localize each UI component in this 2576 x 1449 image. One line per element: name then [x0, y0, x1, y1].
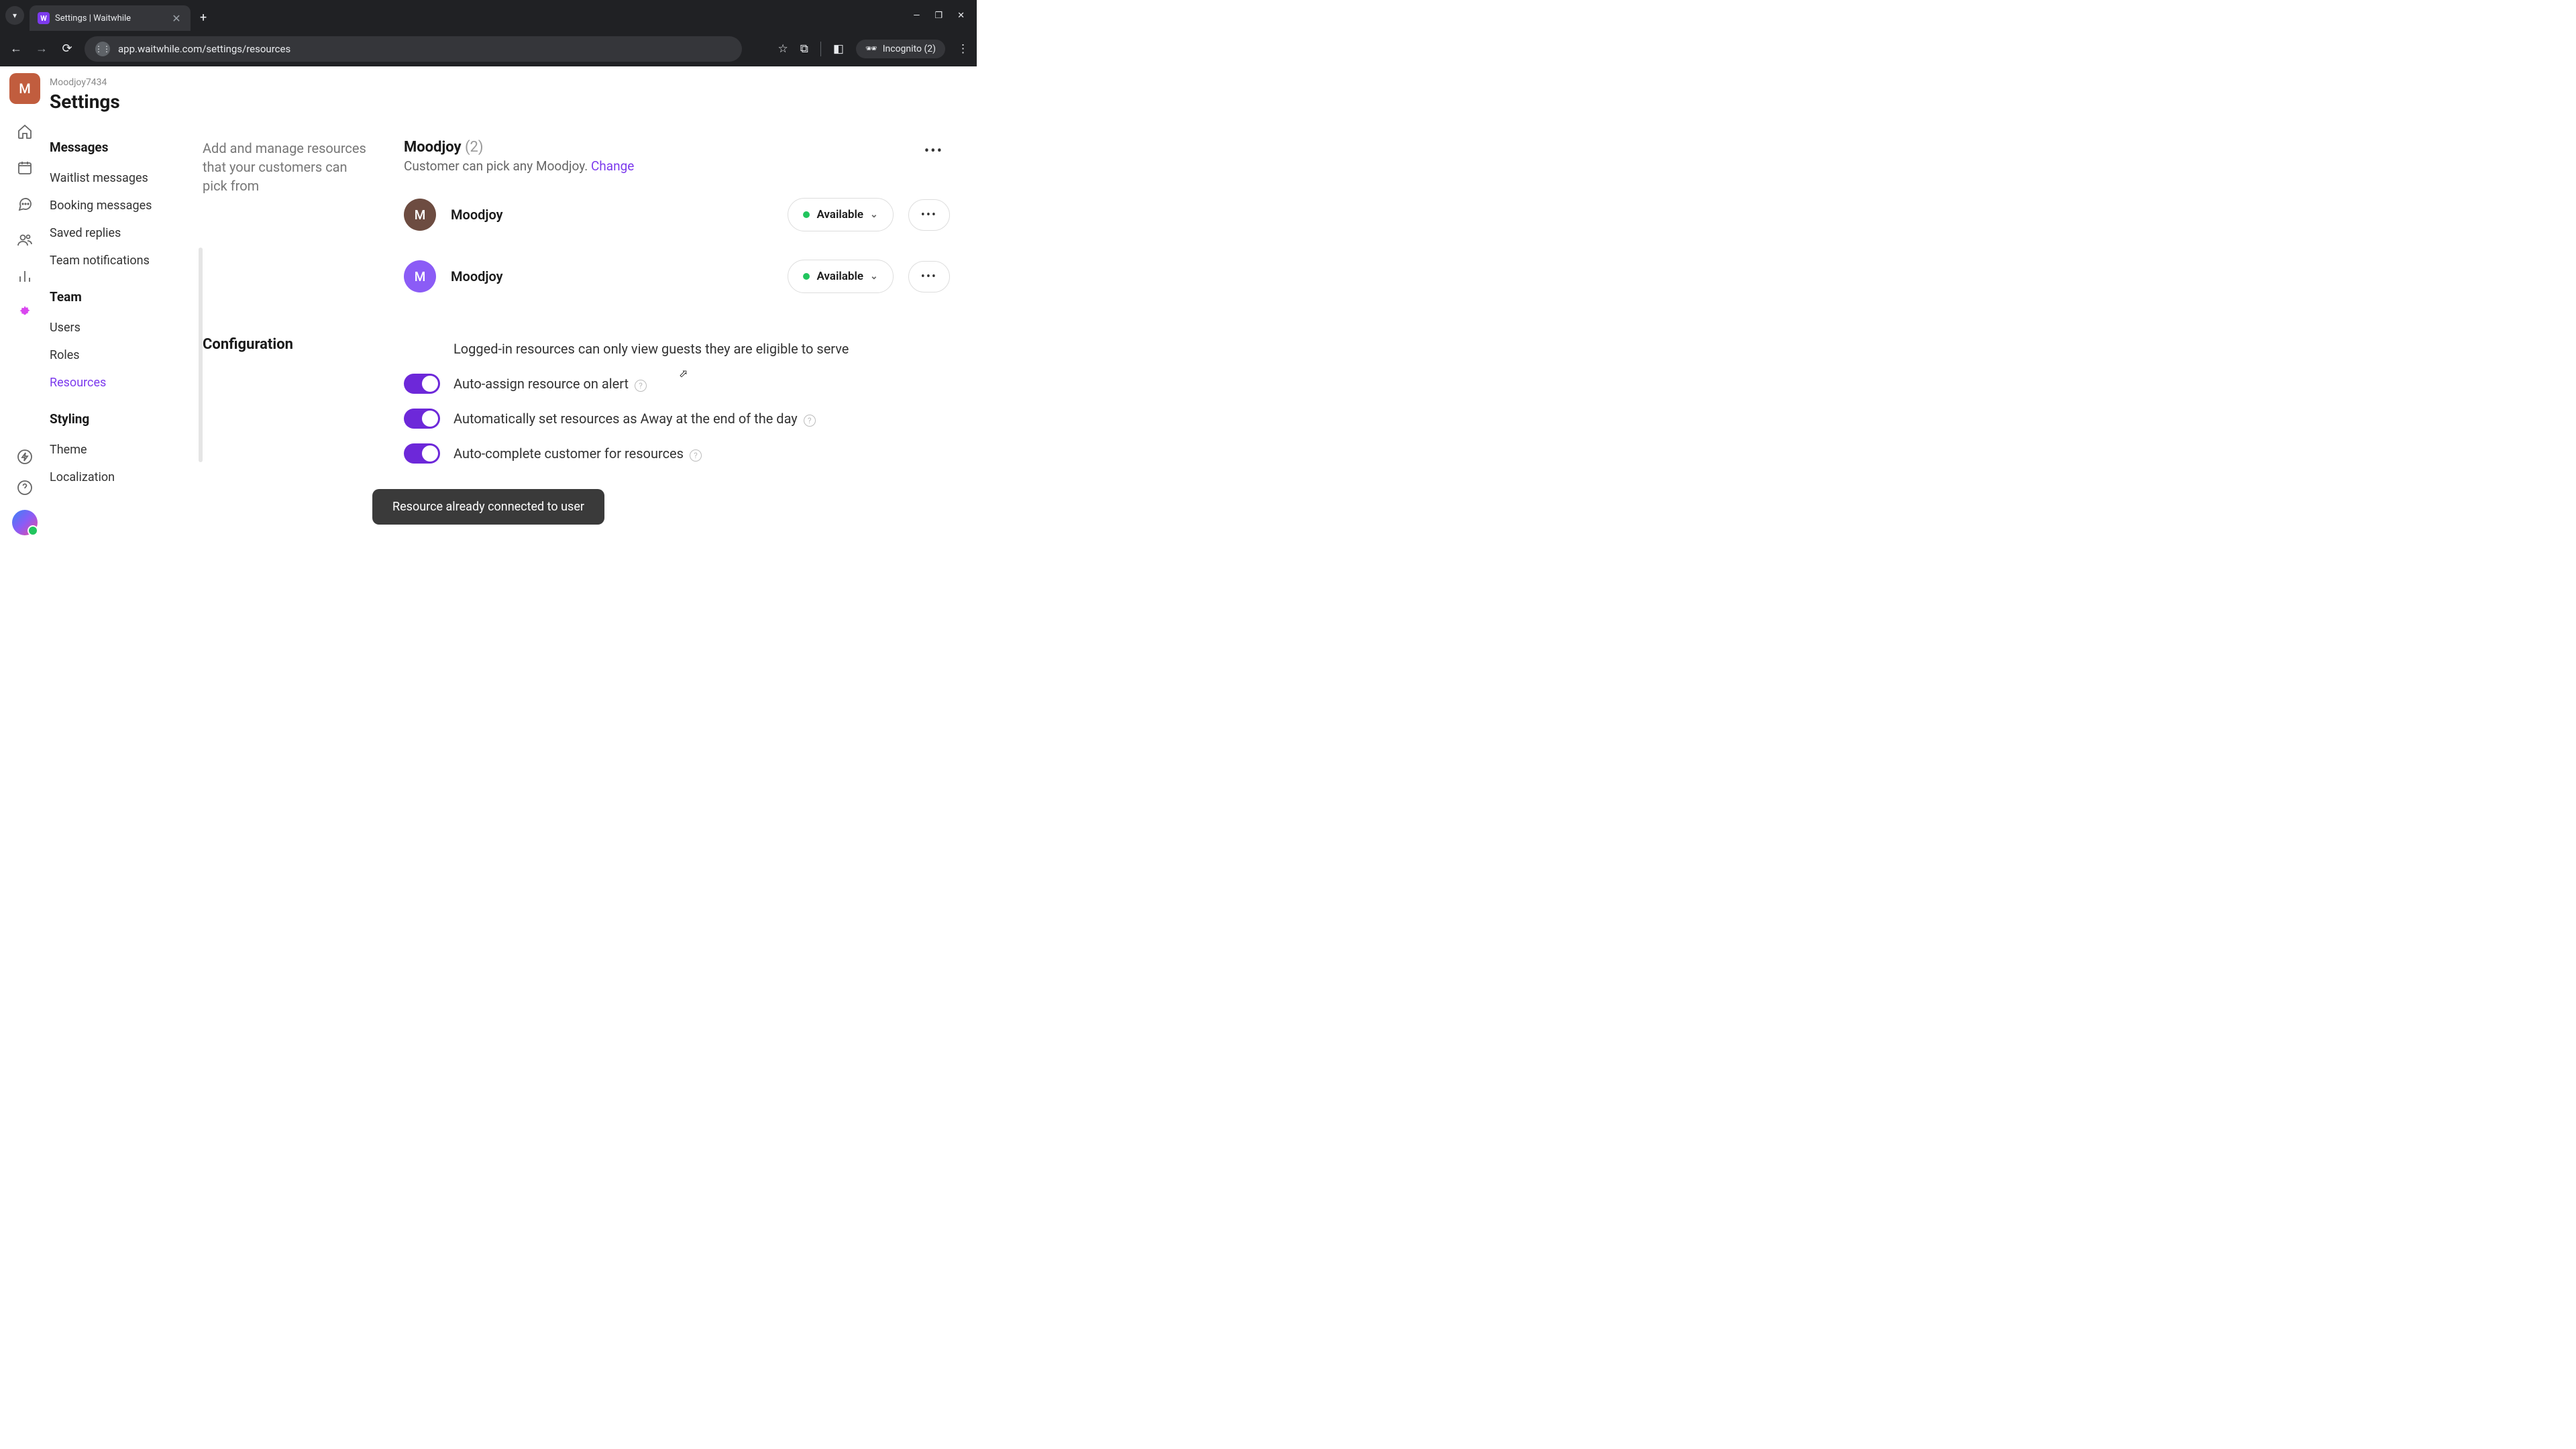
resource-avatar: M	[404, 260, 436, 292]
help-tooltip-icon[interactable]: ?	[804, 415, 816, 427]
nav-resources[interactable]: Resources	[50, 369, 203, 396]
status-dropdown[interactable]: Available ⌄	[788, 260, 893, 293]
nav-section-messages: Messages	[50, 140, 203, 155]
settings-sidebar: Moodjoy7434 Settings Messages Waitlist m…	[50, 66, 203, 547]
nav-localization[interactable]: Localization	[50, 464, 203, 491]
org-name: Moodjoy7434	[50, 77, 203, 88]
site-info-icon[interactable]: ⋮⋮	[95, 42, 110, 56]
config-row: Automatically set resources as Away at t…	[404, 409, 950, 429]
config-toggle[interactable]	[404, 374, 440, 394]
resource-row: M Moodjoy Available ⌄ •••	[404, 260, 950, 293]
config-toggle[interactable]	[404, 409, 440, 429]
nav-theme[interactable]: Theme	[50, 436, 203, 464]
config-toggle[interactable]	[404, 443, 440, 464]
page-title: Settings	[50, 91, 203, 113]
browser-chrome: ▾ W Settings | Waitwhile ✕ + — ❐ ✕ ← → ⟳…	[0, 0, 977, 66]
url-text: app.waitwhile.com/settings/resources	[118, 43, 290, 55]
section-description: Add and manage resources that your custo…	[203, 139, 372, 195]
toolbar-divider	[820, 42, 821, 56]
home-icon[interactable]	[16, 123, 34, 140]
tab-close-button[interactable]: ✕	[170, 12, 182, 25]
browser-menu-button[interactable]: ⋮	[957, 42, 969, 56]
bolt-icon[interactable]	[16, 448, 34, 466]
config-label: Logged-in resources can only view guests…	[453, 341, 849, 357]
status-label: Available	[816, 270, 863, 283]
org-avatar[interactable]: M	[9, 73, 40, 104]
resource-name: Moodjoy	[451, 268, 773, 284]
resource-avatar: M	[404, 199, 436, 231]
app-root: M Moodjoy7434 Settings Messages Waitlist…	[0, 66, 977, 547]
help-tooltip-icon[interactable]: ?	[635, 380, 647, 392]
status-label: Available	[816, 208, 863, 221]
nav-roles[interactable]: Roles	[50, 341, 203, 369]
config-label: Automatically set resources as Away at t…	[453, 411, 816, 427]
browser-tab[interactable]: W Settings | Waitwhile ✕	[30, 5, 191, 31]
tab-title: Settings | Waitwhile	[55, 13, 165, 23]
nav-booking-messages[interactable]: Booking messages	[50, 192, 203, 219]
browser-toolbar: ← → ⟳ ⋮⋮ app.waitwhile.com/settings/reso…	[0, 31, 977, 66]
left-column: Add and manage resources that your custo…	[203, 139, 372, 547]
status-dot-icon	[803, 211, 810, 218]
resource-row: M Moodjoy Available ⌄ •••	[404, 198, 950, 231]
toast-notification: Resource already connected to user	[372, 489, 604, 525]
minimize-button[interactable]: —	[913, 11, 920, 21]
analytics-icon[interactable]	[16, 268, 34, 285]
maximize-button[interactable]: ❐	[934, 11, 943, 21]
main-content: Add and manage resources that your custo…	[203, 66, 977, 547]
resource-group-subtitle-text: Customer can pick any Moodjoy.	[404, 158, 591, 174]
change-link[interactable]: Change	[591, 158, 634, 174]
calendar-icon[interactable]	[16, 159, 34, 176]
incognito-icon: 🕶	[865, 44, 877, 54]
resource-group-menu-button[interactable]: •••	[918, 139, 950, 164]
tabs-dropdown-button[interactable]: ▾	[5, 6, 24, 25]
new-tab-button[interactable]: +	[200, 11, 207, 25]
extensions-icon[interactable]: ⧉	[800, 42, 808, 56]
bookmark-star-icon[interactable]: ☆	[777, 42, 788, 56]
reload-button[interactable]: ⟳	[59, 42, 75, 56]
address-bar[interactable]: ⋮⋮ app.waitwhile.com/settings/resources	[85, 36, 742, 62]
forward-button[interactable]: →	[34, 42, 50, 56]
resource-group-header: Moodjoy (2) Customer can pick any Moodjo…	[404, 139, 950, 174]
settings-gear-icon[interactable]	[16, 304, 34, 321]
nav-team-notifications[interactable]: Team notifications	[50, 247, 203, 274]
resource-group-title: Moodjoy (2)	[404, 139, 634, 156]
resource-menu-button[interactable]: •••	[908, 199, 950, 231]
incognito-label: Incognito (2)	[883, 44, 936, 54]
nav-saved-replies[interactable]: Saved replies	[50, 219, 203, 247]
chevron-down-icon: ⌄	[870, 271, 878, 282]
help-icon[interactable]	[16, 479, 34, 496]
nav-users[interactable]: Users	[50, 314, 203, 341]
help-tooltip-icon[interactable]: ?	[690, 449, 702, 462]
configuration-list: Logged-in resources can only view guests…	[404, 339, 950, 464]
right-column: Moodjoy (2) Customer can pick any Moodjo…	[404, 139, 950, 547]
nav-section-team: Team	[50, 289, 203, 305]
chevron-down-icon: ⌄	[870, 209, 878, 220]
config-row: Logged-in resources can only view guests…	[404, 339, 950, 359]
resource-name: Moodjoy	[451, 207, 773, 223]
users-icon[interactable]	[16, 231, 34, 249]
nav-rail: M	[0, 66, 50, 547]
resource-group-count: (2)	[465, 139, 484, 156]
configuration-heading: Configuration	[203, 336, 372, 353]
window-controls: — ❐ ✕	[913, 11, 977, 21]
close-window-button[interactable]: ✕	[957, 11, 965, 21]
config-row: Auto-complete customer for resources ?	[404, 443, 950, 464]
nav-waitlist-messages[interactable]: Waitlist messages	[50, 164, 203, 192]
user-avatar[interactable]	[12, 510, 38, 535]
status-dot-icon	[803, 273, 810, 280]
nav-section-styling: Styling	[50, 411, 203, 427]
config-label: Auto-complete customer for resources ?	[453, 445, 702, 462]
side-panel-icon[interactable]: ◧	[833, 42, 844, 56]
titlebar: ▾ W Settings | Waitwhile ✕ + — ❐ ✕	[0, 0, 977, 31]
chat-icon[interactable]	[16, 195, 34, 213]
incognito-badge[interactable]: 🕶 Incognito (2)	[856, 40, 945, 58]
back-button[interactable]: ←	[8, 42, 24, 56]
resource-group-subtitle: Customer can pick any Moodjoy. Change	[404, 158, 634, 174]
config-row: Auto-assign resource on alert ?	[404, 374, 950, 394]
status-dropdown[interactable]: Available ⌄	[788, 198, 893, 231]
resource-group-name: Moodjoy	[404, 139, 462, 156]
tab-favicon-icon: W	[38, 12, 50, 24]
config-label: Auto-assign resource on alert ?	[453, 376, 647, 392]
resource-menu-button[interactable]: •••	[908, 261, 950, 292]
